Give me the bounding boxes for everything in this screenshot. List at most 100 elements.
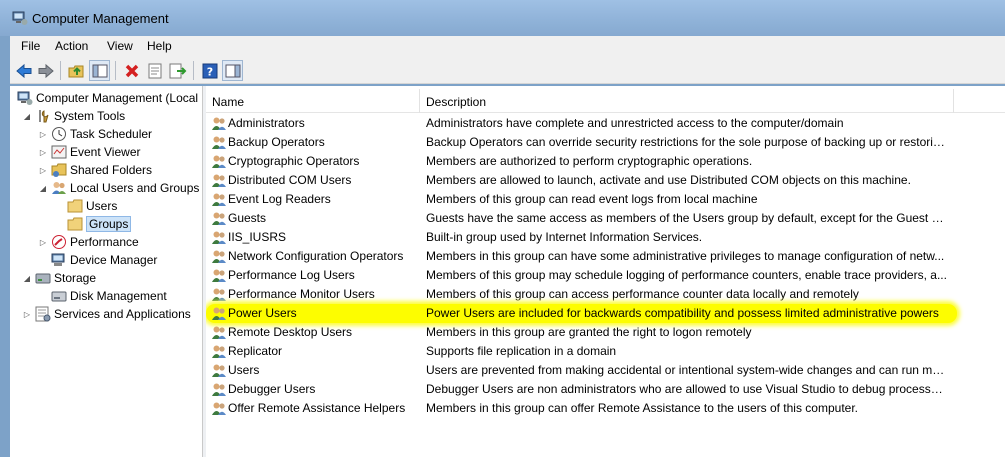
- group-name: IIS_IUSRS: [228, 230, 287, 244]
- list-row[interactable]: Performance Monitor Users Members of this…: [206, 285, 1005, 304]
- group-description: Members in this group can offer Remote A…: [426, 401, 858, 415]
- tree-item-performance[interactable]: ▷ Performance: [38, 233, 139, 251]
- properties-icon[interactable]: [144, 60, 165, 81]
- menu-action[interactable]: Action: [55, 39, 88, 53]
- group-description: Built-in group used by Internet Informat…: [426, 230, 703, 244]
- tree-item-event-viewer[interactable]: ▷ Event Viewer: [38, 143, 141, 161]
- clock-icon: [52, 127, 66, 141]
- title-bar: Computer Management: [0, 0, 1005, 36]
- group-name: Users: [228, 363, 260, 377]
- group-icon: [211, 325, 227, 340]
- tree-item-computer-management[interactable]: Computer Management (Local: [14, 89, 198, 107]
- list-row[interactable]: Offer Remote Assistance Helpers Members i…: [206, 399, 1005, 418]
- group-name: Event Log Readers: [228, 192, 331, 206]
- computer-management-icon: [17, 91, 33, 105]
- show-hide-action-pane-icon[interactable]: [222, 60, 243, 81]
- group-icon: [211, 230, 227, 245]
- tree-item-task-scheduler[interactable]: ▷ Task Scheduler: [38, 125, 152, 143]
- list-header: Name Description: [206, 89, 1005, 113]
- tree-item-users[interactable]: Users: [64, 197, 117, 215]
- list-row[interactable]: Power Users Power Users are included for …: [206, 304, 1005, 323]
- expanded-arrow-icon[interactable]: ◢: [22, 112, 32, 121]
- tree-item-local-users-and-groups[interactable]: ◢ Local Users and Groups: [38, 179, 199, 197]
- list-row[interactable]: Cryptographic Operators Members are autho…: [206, 152, 1005, 171]
- group-icon: [211, 135, 227, 150]
- group-icon: [211, 192, 227, 207]
- toolbar-separator: [60, 61, 61, 80]
- column-header-name[interactable]: Name: [212, 95, 244, 109]
- tree-item-services-and-applications[interactable]: ▷ Services and Applications: [22, 305, 191, 323]
- help-icon[interactable]: ?: [199, 60, 220, 81]
- console-tree: Computer Management (Local ◢ System Tool…: [10, 86, 203, 457]
- toolbar-separator: [193, 61, 194, 80]
- group-name: Guests: [228, 211, 267, 225]
- group-name: Performance Log Users: [228, 268, 355, 282]
- tree-item-label: Shared Folders: [70, 163, 153, 177]
- group-name: Backup Operators: [228, 135, 325, 149]
- up-folder-icon[interactable]: [66, 60, 87, 81]
- group-icon: [211, 249, 227, 264]
- group-name: Debugger Users: [228, 382, 316, 396]
- list-row[interactable]: Administrators Administrators have comple…: [206, 114, 1005, 133]
- group-description: Administrators have complete and unrestr…: [426, 116, 844, 130]
- group-name: Distributed COM Users: [228, 173, 352, 187]
- group-icon: [211, 154, 227, 169]
- group-icon: [211, 268, 227, 283]
- menu-bar: File Action View Help: [10, 36, 1005, 57]
- tree-item-label: Task Scheduler: [70, 127, 153, 141]
- tree-item-device-manager[interactable]: Device Manager: [48, 251, 157, 269]
- tree-item-groups[interactable]: Groups: [64, 215, 132, 233]
- group-name: Performance Monitor Users: [228, 287, 375, 301]
- list-row[interactable]: Replicator Supports file replication in a…: [206, 342, 1005, 361]
- list-row[interactable]: Guests Guests have the same access as mem…: [206, 209, 1005, 228]
- group-description: Members in this group are granted the ri…: [426, 325, 752, 339]
- tree-item-disk-management[interactable]: Disk Management: [48, 287, 167, 305]
- tree-item-label: System Tools: [54, 109, 126, 123]
- tree-item-shared-folders[interactable]: ▷ Shared Folders: [38, 161, 152, 179]
- collapsed-arrow-icon[interactable]: ▷: [38, 148, 48, 157]
- show-hide-tree-icon[interactable]: [89, 60, 110, 81]
- list-row[interactable]: Backup Operators Backup Operators can ove…: [206, 133, 1005, 152]
- column-header-description[interactable]: Description: [426, 95, 486, 109]
- group-description: Members are allowed to launch, activate …: [426, 173, 911, 187]
- list-row[interactable]: Remote Desktop Users Members in this grou…: [206, 323, 1005, 342]
- list-row[interactable]: IIS_IUSRS Built-in group used by Internet…: [206, 228, 1005, 247]
- folder-icon: [67, 199, 83, 213]
- group-description: Members of this group can read event log…: [426, 192, 758, 206]
- expanded-arrow-icon[interactable]: ◢: [22, 274, 32, 283]
- collapsed-arrow-icon[interactable]: ▷: [22, 310, 32, 319]
- list-row[interactable]: Users Users are prevented from making acc…: [206, 361, 1005, 380]
- expanded-arrow-icon[interactable]: ◢: [38, 184, 48, 193]
- list-row[interactable]: Distributed COM Users Members are allowed…: [206, 171, 1005, 190]
- group-description: Backup Operators can override security r…: [426, 135, 948, 149]
- menu-view[interactable]: View: [107, 39, 133, 53]
- back-arrow-icon[interactable]: [13, 60, 34, 81]
- export-list-icon[interactable]: [167, 60, 188, 81]
- collapsed-arrow-icon[interactable]: ▷: [38, 238, 48, 247]
- tree-item-label: Device Manager: [70, 253, 158, 267]
- list-row[interactable]: Performance Log Users Members of this gro…: [206, 266, 1005, 285]
- tree-item-system-tools[interactable]: ◢ System Tools: [22, 107, 125, 125]
- toolbar: ?: [10, 57, 1005, 84]
- storage-icon: [35, 273, 51, 284]
- services-icon: [35, 306, 51, 322]
- list-row[interactable]: Debugger Users Debugger Users are non adm…: [206, 380, 1005, 399]
- group-description: Guests have the same access as members o…: [426, 211, 948, 225]
- delete-icon[interactable]: [121, 60, 142, 81]
- tree-item-label: Disk Management: [70, 289, 167, 303]
- tree-item-label: Computer Management (Local: [36, 91, 199, 105]
- forward-arrow-icon[interactable]: [35, 60, 56, 81]
- collapsed-arrow-icon[interactable]: ▷: [38, 166, 48, 175]
- tree-item-label: Services and Applications: [54, 307, 191, 321]
- menu-help[interactable]: Help: [147, 39, 172, 53]
- column-divider[interactable]: [953, 89, 954, 113]
- menu-file[interactable]: File: [21, 39, 40, 53]
- disk-icon: [51, 291, 67, 302]
- collapsed-arrow-icon[interactable]: ▷: [38, 130, 48, 139]
- list-row[interactable]: Network Configuration Operators Members i…: [206, 247, 1005, 266]
- tree-item-storage[interactable]: ◢ Storage: [22, 269, 96, 287]
- group-icon: [211, 344, 227, 359]
- column-divider[interactable]: [419, 89, 420, 113]
- list-row[interactable]: Event Log Readers Members of this group c…: [206, 190, 1005, 209]
- group-name: Administrators: [228, 116, 305, 130]
